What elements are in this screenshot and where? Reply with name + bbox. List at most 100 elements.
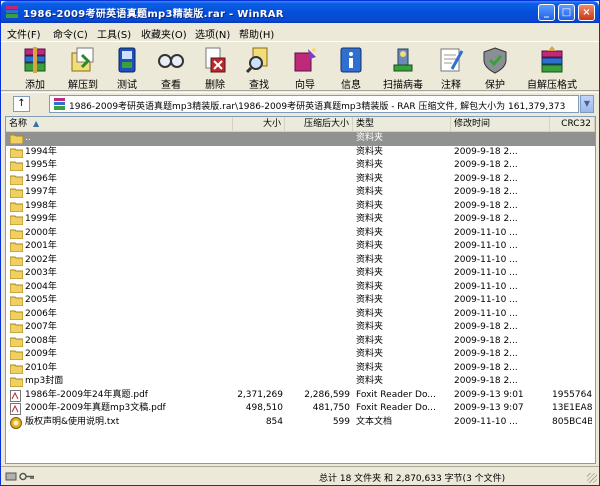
file-row[interactable]: 1995年 资料夹 2009-9-18 2... [6,159,595,173]
file-row[interactable]: 2009年 资料夹 2009-9-18 2... [6,348,595,362]
file-row[interactable]: mp3封面 资料夹 2009-9-18 2... [6,375,595,389]
parent-folder-row[interactable]: .. 资料夹 [6,132,595,146]
drive-key-icon [5,472,34,481]
find-button[interactable]: 查找 [234,43,284,91]
folder-icon [10,269,23,279]
file-crc-cell [552,159,592,172]
file-row[interactable]: 1996年 资料夹 2009-9-18 2... [6,173,595,187]
file-type-cell: 资料夹 [356,268,384,278]
file-row[interactable]: 2002年 资料夹 2009-11-10 ... [6,254,595,268]
sfx-button[interactable]: 自解压格式 [523,43,581,91]
sfx-icon [541,46,563,73]
file-row[interactable]: 2006年 资料夹 2009-11-10 ... [6,308,595,322]
close-button[interactable]: × [578,4,595,21]
file-row[interactable]: 1999年 资料夹 2009-9-18 2... [6,213,595,227]
file-crc-cell [552,375,592,388]
column-header-type[interactable]: 类型 [353,117,451,132]
file-row[interactable]: 1997年 资料夹 2009-9-18 2... [6,186,595,200]
file-row[interactable]: 1994年 资料夹 2009-9-18 2... [6,146,595,160]
add-button[interactable]: 添加 [10,43,60,91]
column-header-name[interactable]: 名称 ▲ [6,117,233,132]
protect-button[interactable]: 保护 [470,43,520,91]
menu-favorites[interactable]: 收藏夹(O) [141,26,187,41]
path-field[interactable]: 1986-2009考研英语真题mp3精装版.rar\1986-2009考研英语真… [49,95,579,113]
minimize-button[interactable]: _ [538,4,555,21]
resize-grip[interactable] [587,473,597,483]
file-packed-cell [286,375,350,388]
file-packed-cell [286,321,350,334]
view-button[interactable]: 查看 [146,43,196,91]
file-row[interactable]: 2000年 资料夹 2009-11-10 ... [6,227,595,241]
path-dropdown-arrow-icon[interactable]: ▼ [580,95,594,113]
file-type-cell: 文本文档 [356,416,393,427]
file-size-cell [235,348,283,361]
file-type-cell: Foxit Reader Do... [356,389,436,400]
folder-icon [10,188,23,198]
info-button[interactable]: 信息 [326,43,376,91]
menu-file[interactable]: 文件(F) [7,26,41,41]
folder-icon [10,256,23,266]
file-size-cell [235,254,283,267]
column-header-packed[interactable]: 压缩后大小 [285,117,353,132]
protect-icon [483,47,507,74]
file-name-cell: 2003年 [10,267,234,280]
pdf-file-icon [10,403,21,415]
file-modified-cell: 2009-11-10 ... [454,241,518,251]
extract-to-button[interactable]: 解压到 [58,43,108,91]
folder-icon [10,296,23,306]
file-packed-cell [286,281,350,294]
file-name-cell: 2009年 [10,348,234,361]
menu-help[interactable]: 帮助(H) [239,26,274,41]
file-row[interactable]: 2005年 资料夹 2009-11-10 ... [6,294,595,308]
file-row[interactable]: 2003年 资料夹 2009-11-10 ... [6,267,595,281]
file-row[interactable]: 2004年 资料夹 2009-11-10 ... [6,281,595,295]
file-type-cell: 资料夹 [356,335,384,346]
virus-scan-button[interactable]: 扫描病毒 [378,43,428,91]
folder-icon [10,310,23,320]
file-crc-cell [552,200,592,213]
test-button[interactable]: 测试 [102,43,152,91]
file-row[interactable]: 2001年 资料夹 2009-11-10 ... [6,240,595,254]
menu-options[interactable]: 选项(N) [195,26,230,41]
file-name-cell: 1998年 [10,200,234,213]
file-name-cell: 2001年 [10,240,234,253]
file-name-cell: 1986年-2009年24年真题.pdf [10,389,234,402]
maximize-button[interactable]: □ [558,4,575,21]
file-row[interactable]: 2010年 资料夹 2009-9-18 2... [6,362,595,376]
file-crc-cell [552,294,592,307]
delete-icon [205,47,226,73]
menu-commands[interactable]: 命令(C) [53,26,88,41]
file-row[interactable]: 1986年-2009年24年真题.pdf 2,371,269 2,286,599 Fo… [6,389,595,403]
file-size-cell [235,132,283,145]
file-size-cell [235,321,283,334]
file-row[interactable]: 2000年-2009年真题mp3文稿.pdf 498,510 481,750 Foxi… [6,402,595,416]
column-header-size[interactable]: 大小 [233,117,285,132]
file-row[interactable]: 1998年 资料夹 2009-9-18 2... [6,200,595,214]
comment-icon [440,48,464,72]
file-modified-cell: 2009-11-10 ... [454,268,518,278]
delete-button[interactable]: 删除 [190,43,240,91]
file-row[interactable]: 2008年 资料夹 2009-9-18 2... [6,335,595,349]
file-size-cell [235,362,283,375]
file-crc-cell [552,362,592,375]
file-row[interactable]: 版权声明&使用说明.txt 854 599 文本文档 2009-11-10 ... 805… [6,416,595,430]
comment-button[interactable]: 注释 [426,43,476,91]
menu-tools[interactable]: 工具(S) [97,26,131,41]
file-size-cell: 2,371,269 [237,389,283,400]
column-header-crc[interactable]: CRC32 [550,117,595,132]
up-one-level-button[interactable]: ↑ [13,96,30,112]
file-packed-cell [286,348,350,361]
test-icon [118,47,136,73]
file-modified-cell: 2009-9-18 2... [454,187,518,197]
folder-icon [10,283,23,293]
file-size-cell [235,186,283,199]
title-bar[interactable]: 1986-2009考研英语真题mp3精装版.rar - WinRAR _ □ × [1,1,599,23]
file-crc-cell [552,240,592,253]
file-type-cell: 资料夹 [356,308,384,319]
wizard-button[interactable]: 向导 [280,43,330,91]
file-row[interactable]: 2007年 资料夹 2009-9-18 2... [6,321,595,335]
column-header-modified[interactable]: 修改时间 [451,117,550,132]
file-size-cell [235,146,283,159]
file-type-cell: 资料夹 [356,349,384,359]
file-crc-cell: 1955764B [552,389,592,400]
